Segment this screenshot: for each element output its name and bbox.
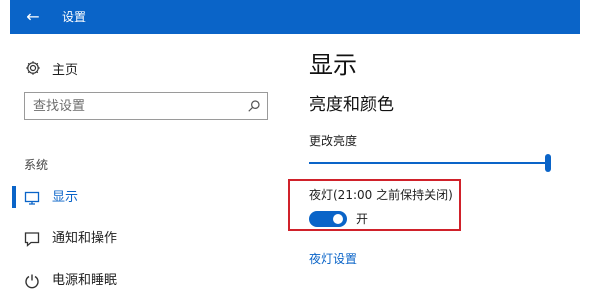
night-light-settings-link[interactable]: 夜灯设置 [309, 250, 357, 267]
title-bar: ← 设置 [10, 0, 580, 34]
night-light-toggle[interactable] [309, 211, 347, 227]
gear-icon [26, 61, 40, 75]
search-box [24, 92, 268, 120]
sidebar-item-power[interactable]: 电源和睡眠 [0, 267, 290, 295]
main-content: 显示 亮度和颜色 更改亮度 夜灯(21:00 之前保持关闭) 开 夜灯设置 [288, 34, 600, 301]
brightness-slider-thumb[interactable] [545, 154, 551, 172]
back-arrow-icon: ← [26, 7, 40, 26]
sidebar-item-label: 通知和操作 [52, 231, 118, 246]
page-title: 显示 [309, 51, 357, 79]
brightness-slider-fill [309, 162, 551, 164]
sidebar-home-label: 主页 [52, 62, 79, 78]
message-icon [24, 232, 40, 247]
active-indicator [12, 186, 16, 208]
sidebar-home[interactable]: 主页 [24, 58, 78, 78]
brightness-label: 更改亮度 [309, 134, 358, 148]
night-light-label: 夜灯(21:00 之前保持关闭) [309, 188, 453, 202]
back-button[interactable]: ← [22, 6, 44, 28]
sidebar-item-notifications[interactable]: 通知和操作 [0, 225, 290, 253]
sidebar-item-label: 显示 [52, 190, 79, 205]
toggle-knob [333, 214, 343, 224]
sidebar-item-label: 电源和睡眠 [52, 273, 118, 288]
search-input[interactable] [33, 97, 238, 115]
sidebar: 主页 系统 显示 通知和操作 [0, 34, 290, 301]
app-title: 设置 [62, 10, 87, 24]
sidebar-item-display[interactable]: 显示 [0, 184, 290, 212]
search-icon[interactable] [247, 99, 261, 113]
group-label-system: 系统 [24, 158, 49, 172]
monitor-icon [24, 191, 40, 205]
night-light-state: 开 [356, 212, 369, 226]
section-title: 亮度和颜色 [309, 95, 394, 115]
brightness-slider[interactable] [309, 154, 551, 174]
power-icon [25, 274, 39, 289]
